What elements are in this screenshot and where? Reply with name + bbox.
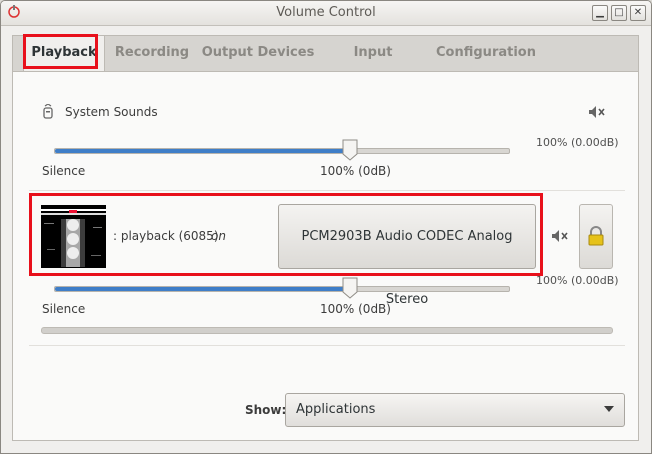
horizontal-scrollbar[interactable] [41,327,613,334]
close-button[interactable]: ✕ [630,5,646,21]
maximize-button[interactable]: □ [611,5,627,21]
show-label: Show: [245,403,287,417]
tab-configuration[interactable]: Configuration [433,36,539,72]
tab-output-devices[interactable]: Output Devices [201,36,315,72]
output-device-button[interactable]: PCM2903B Audio CODEC Analog Stereo [278,204,536,307]
tab-playback[interactable]: Playback [23,35,105,73]
minimize-button[interactable]: ▁ [592,5,608,21]
show-dropdown[interactable]: Applications [285,393,625,427]
window-title: Volume Control [276,5,376,20]
tab-recording[interactable]: Recording [111,36,193,72]
stream-volume-readout: 100% (0.00dB) [536,274,619,287]
system-sounds-100-label: 100% (0dB) [320,164,391,178]
title-bar: Volume Control ▁ □ ✕ [1,1,651,26]
stream-slider-handle[interactable] [342,277,358,299]
stream-name: : playback (6085) [113,229,219,243]
lock-channels-button[interactable] [579,204,613,269]
system-sounds-volume-readout: 100% (0.00dB) [536,136,619,149]
padlock-icon [588,226,604,246]
system-sounds-slider-handle[interactable] [342,139,358,161]
stream-status: on [211,229,226,243]
playback-panel: System Sounds 100% (0.00dB) Silence 100%… [12,71,639,441]
volume-control-window: Volume Control ▁ □ ✕ Playback Recording … [0,0,652,454]
tab-bar: Playback Recording Output Devices Input … [12,35,639,94]
chevron-down-icon [604,406,614,412]
show-dropdown-value: Applications [296,402,376,417]
stream-silence-label: Silence [42,302,86,316]
stream-app-icon [41,205,106,268]
system-sounds-volume-slider[interactable] [54,148,510,154]
system-sounds-icon [43,104,53,119]
separator [29,345,625,346]
stream-volume-slider[interactable] [54,286,510,292]
stream-mute-icon[interactable] [551,229,569,243]
separator [29,190,625,191]
stream-100-label: 100% (0dB) [320,302,391,316]
system-sounds-silence-label: Silence [42,164,86,178]
speaker-mute-icon[interactable] [588,105,606,119]
tab-input-devices[interactable]: Input Devices [323,36,423,94]
system-sounds-label: System Sounds [65,105,158,119]
